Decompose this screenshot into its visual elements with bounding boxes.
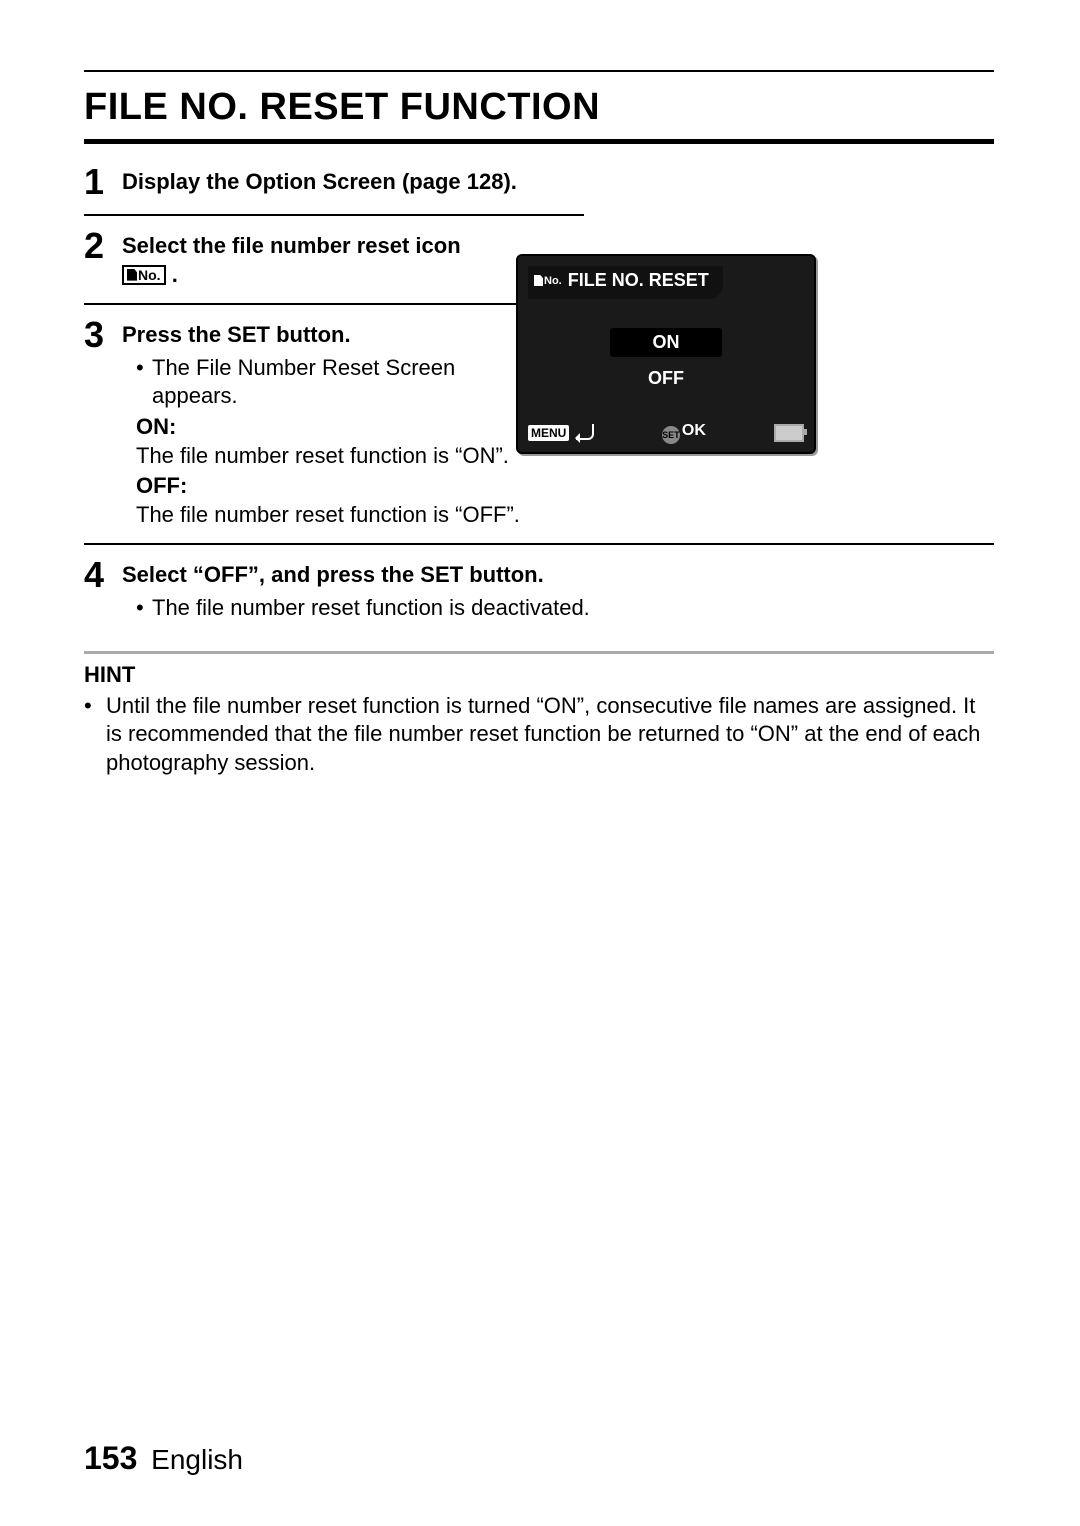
file-no-icon: No. [122,265,166,285]
bullet-text: The File Number Reset Screen appears. [152,354,542,411]
def-text-off: The file number reset function is “OFF”. [122,501,542,530]
rule-top [84,70,994,72]
battery-icon [774,424,804,442]
step-bullet: • The file number reset function is deac… [122,594,994,623]
bullet-dot: • [136,594,152,623]
step-divider [84,303,584,305]
lcd-screen: No. FILE NO. RESET ON OFF MENU SETOK [516,254,816,454]
step-number: 4 [84,555,122,593]
bullet-text: The file number reset function is deacti… [152,594,994,623]
def-label-off: OFF: [122,472,542,501]
step-1: 1 Display the Option Screen (page 128). [84,162,994,200]
bullet-dot: • [84,692,106,778]
step-bullet: • The File Number Reset Screen appears. [122,354,542,411]
step-divider [84,214,584,216]
menu-badge: MENU [528,425,569,441]
lcd-footer: MENU SETOK [518,422,814,444]
def-label-on: ON: [122,413,542,442]
page-language: English [151,1444,243,1475]
step-4: 4 Select “OFF”, and press the SET button… [84,555,994,622]
def-text-on: The file number reset function is “ON”. [122,442,542,471]
lcd-icon-text: No. [544,275,562,287]
lcd-ok: SETOK [662,422,706,444]
step-heading: Select “OFF”, and press the SET button. [122,561,994,590]
lcd-option-off: OFF [610,368,722,389]
step-heading-pre: Select the file number reset icon [122,233,461,258]
step-heading: Press the SET button. [122,321,542,350]
return-arrow-icon [576,424,594,440]
step-heading: Display the Option Screen (page 128). [122,169,517,194]
hint-divider [84,651,994,654]
file-no-icon-text: No. [138,267,161,283]
page-footer: 153 English [84,1440,243,1477]
hint-text: Until the file number reset function is … [106,692,994,778]
page-number: 153 [84,1440,137,1476]
step-number: 2 [84,226,122,264]
hint-title: HINT [84,662,994,688]
step-heading-post: . [172,262,178,287]
page-title: FILE NO. RESET FUNCTION [84,86,994,129]
rule-under-title [84,139,994,144]
lcd-title: FILE NO. RESET [568,270,709,291]
bullet-dot: • [136,354,152,411]
lcd-title-tab: No. FILE NO. RESET [528,266,723,299]
lcd-option-on: ON [610,328,722,357]
ok-label: OK [682,422,706,439]
file-no-icon: No. [534,275,562,287]
step-divider [84,543,994,545]
step-number: 1 [84,162,122,200]
step-number: 3 [84,315,122,353]
set-icon: SET [662,426,680,444]
hint-bullet: • Until the file number reset function i… [84,692,994,778]
lcd-menu-back: MENU [528,424,594,442]
